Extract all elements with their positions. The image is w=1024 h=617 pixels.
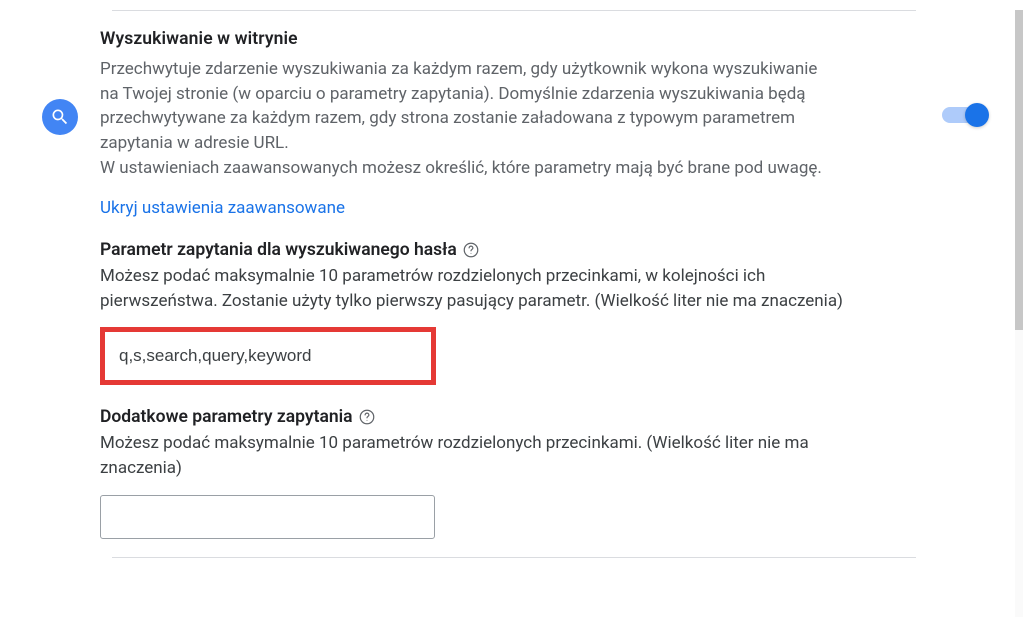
extra-param-title: Dodatkowe parametry zapytania bbox=[100, 407, 896, 427]
section-description: Przechwytuje zdarzenie wyszukiwania za k… bbox=[100, 57, 840, 180]
query-param-description: Możesz podać maksymalnie 10 parametrów r… bbox=[100, 264, 860, 313]
extra-param-title-text: Dodatkowe parametry zapytania bbox=[100, 407, 353, 427]
extra-param-input[interactable] bbox=[100, 495, 435, 539]
help-icon[interactable] bbox=[357, 407, 377, 427]
query-param-title-text: Parametr zapytania dla wyszukiwanego has… bbox=[100, 240, 457, 260]
query-param-title: Parametr zapytania dla wyszukiwanego has… bbox=[100, 240, 896, 260]
hide-advanced-link[interactable]: Ukryj ustawienia zaawansowane bbox=[100, 198, 345, 218]
site-search-toggle[interactable] bbox=[942, 107, 986, 123]
scrollbar-thumb[interactable] bbox=[1015, 10, 1023, 330]
divider-top bbox=[112, 10, 916, 11]
search-icon bbox=[42, 99, 78, 135]
scrollbar[interactable] bbox=[1015, 10, 1023, 617]
query-param-input[interactable] bbox=[107, 334, 429, 378]
extra-param-description: Możesz podać maksymalnie 10 parametrów r… bbox=[100, 431, 860, 480]
divider-bottom bbox=[112, 557, 916, 558]
section-title: Wyszukiwanie w witrynie bbox=[100, 29, 896, 49]
query-param-highlight bbox=[100, 327, 436, 385]
help-icon[interactable] bbox=[461, 240, 481, 260]
